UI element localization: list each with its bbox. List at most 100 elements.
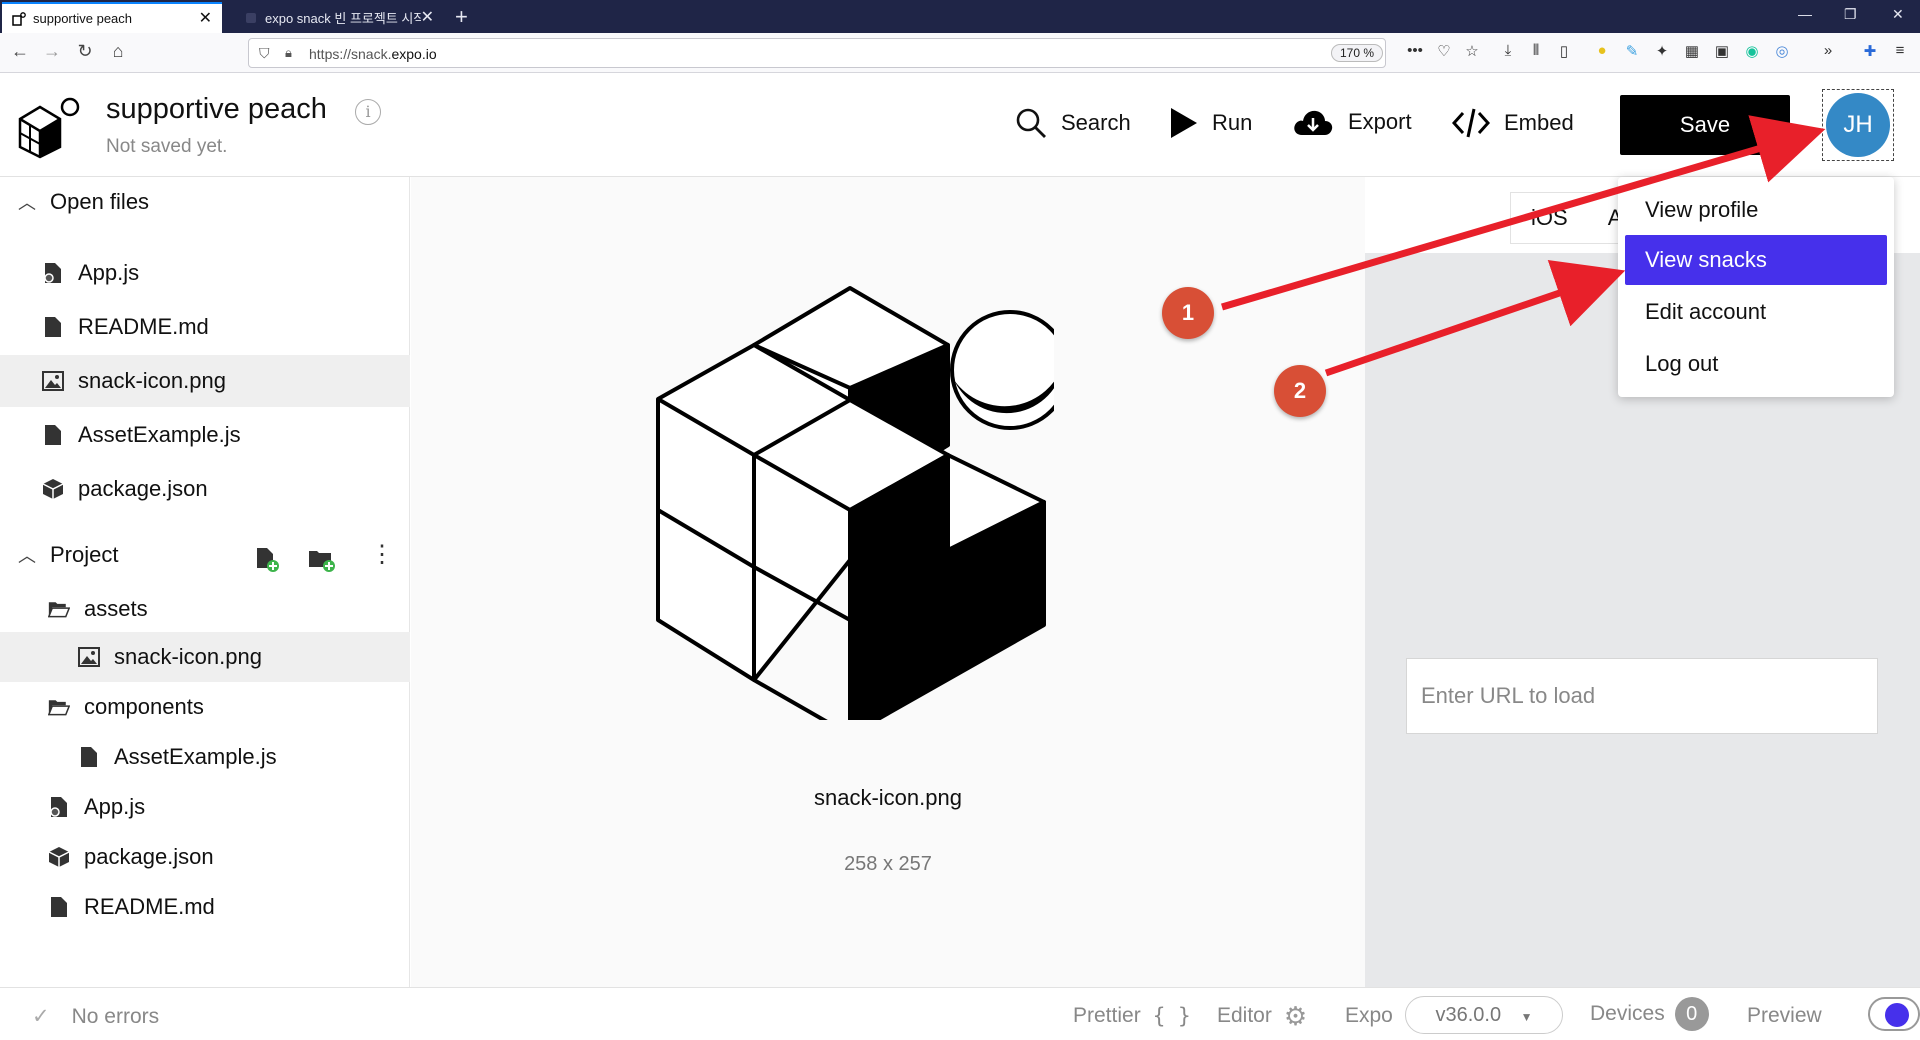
sdk-version-select[interactable]: v36.0.0 ▼ — [1405, 996, 1563, 1034]
tree-file[interactable]: App.js — [0, 782, 410, 832]
extension-pen-icon[interactable]: ✎ — [1622, 42, 1642, 62]
new-folder-icon[interactable] — [308, 547, 336, 578]
project-header[interactable]: ︿ Project — [18, 542, 118, 568]
embed-button[interactable]: Embed — [1452, 107, 1574, 139]
file-name: App.js — [84, 794, 146, 819]
play-icon — [1171, 108, 1197, 138]
run-button[interactable]: Run — [1170, 107, 1252, 139]
package-icon — [48, 846, 70, 868]
more-icon[interactable]: ••• — [1405, 42, 1425, 62]
avatar[interactable]: JH — [1826, 93, 1890, 157]
new-tab-icon[interactable]: + — [455, 4, 468, 30]
search-icon — [1016, 108, 1046, 138]
editor-settings[interactable]: Editor ⚙ — [1217, 1003, 1307, 1029]
browser-nav-bar: ← → ↻ ⌂ ⛉ 🔒︎ https://snack.expo.io 170 %… — [0, 33, 1920, 73]
browser-tab-inactive[interactable]: expo snack 빈 프로젝트 시작하 ✕ — [234, 2, 444, 33]
zoom-level-badge[interactable]: 170 % — [1331, 44, 1384, 62]
info-icon[interactable]: i — [355, 99, 381, 125]
menu-item-view-snacks[interactable]: View snacks — [1625, 235, 1887, 285]
bookmark-star-icon[interactable]: ☆ — [1462, 42, 1482, 62]
open-file-item[interactable]: App.js — [0, 247, 410, 299]
sidebar-icon[interactable]: ▯ — [1554, 42, 1574, 62]
open-files-header[interactable]: ︿ Open files — [18, 189, 149, 215]
extension-grammarly-icon[interactable]: ◉ — [1742, 42, 1762, 62]
tab-close-icon[interactable]: ✕ — [421, 9, 434, 26]
open-file-item[interactable]: package.json — [0, 463, 410, 515]
chevron-up-icon: ︿ — [18, 193, 36, 213]
status-footer: ✓ No errors Prettier { } Editor ⚙ Expo v… — [0, 987, 1920, 1040]
editor-label: Editor — [1217, 1004, 1272, 1027]
extension-translate-icon[interactable]: ◎ — [1772, 42, 1792, 62]
menu-item-log-out[interactable]: Log out — [1625, 339, 1887, 389]
folder-open-icon — [48, 598, 70, 620]
run-label: Run — [1212, 110, 1253, 135]
browser-tab-active[interactable]: supportive peach ✕ — [2, 2, 222, 33]
overflow-chevron-icon[interactable]: » — [1818, 42, 1838, 62]
export-button[interactable]: Export — [1292, 107, 1412, 137]
reload-icon[interactable]: ↻ — [73, 41, 97, 62]
file-name: snack-icon.png — [78, 368, 226, 393]
file-name: AssetExample.js — [78, 422, 241, 447]
open-file-item-selected[interactable]: snack-icon.png — [0, 355, 410, 407]
extension-box-icon[interactable]: ▣ — [1712, 42, 1732, 62]
file-name: package.json — [84, 844, 214, 869]
image-icon — [42, 370, 64, 392]
file-name: README.md — [84, 894, 215, 919]
expo-label: Expo — [1345, 1004, 1393, 1027]
tree-folder[interactable]: assets — [0, 583, 410, 635]
open-file-item[interactable]: README.md — [0, 301, 410, 353]
error-status[interactable]: ✓ No errors — [32, 1004, 159, 1029]
folder-name: assets — [84, 596, 148, 621]
extension-grid-icon[interactable]: ▦ — [1682, 42, 1702, 62]
tab-ios[interactable]: iOS — [1511, 193, 1588, 243]
tree-file[interactable]: AssetExample.js — [0, 732, 410, 782]
url-bar[interactable]: ⛉ 🔒︎ https://snack.expo.io 170 % — [248, 38, 1386, 68]
image-viewer: snack-icon.png 258 x 257 — [411, 177, 1365, 987]
extensions-puzzle-icon[interactable]: ✚ — [1860, 42, 1880, 62]
library-icon[interactable]: ⫴ — [1526, 42, 1546, 62]
home-icon[interactable]: ⌂ — [106, 41, 130, 62]
app-header: supportive peach i Not saved yet. Search… — [0, 73, 1920, 177]
menu-item-view-profile[interactable]: View profile — [1625, 185, 1887, 235]
lock-icon[interactable]: 🔒︎ — [285, 45, 292, 61]
save-button[interactable]: Save — [1620, 95, 1790, 155]
tree-file-selected[interactable]: snack-icon.png — [0, 632, 410, 682]
open-files-label: Open files — [50, 189, 150, 214]
tree-file[interactable]: README.md — [0, 882, 410, 932]
shield-icon[interactable]: ⛉ — [259, 45, 270, 62]
download-icon[interactable]: ⤓ — [1498, 42, 1518, 62]
avatar-focus-ring[interactable]: JH — [1822, 89, 1894, 161]
url-load-input[interactable] — [1406, 658, 1878, 734]
forward-icon[interactable]: → — [40, 41, 64, 62]
project-title[interactable]: supportive peach — [106, 93, 327, 126]
menu-hamburger-icon[interactable]: ≡ — [1890, 42, 1910, 62]
folder-name: components — [84, 694, 204, 719]
sdk-version-value: v36.0.0 — [1435, 1004, 1502, 1026]
snack-logo-icon[interactable] — [16, 95, 82, 166]
preview-toggle[interactable] — [1868, 997, 1920, 1031]
open-file-item[interactable]: AssetExample.js — [0, 409, 410, 461]
snack-favicon-icon — [12, 11, 26, 26]
minimize-icon[interactable]: — — [1798, 6, 1812, 22]
extension-evernote-icon[interactable]: ✦ — [1652, 42, 1672, 62]
file-name: snack-icon.png — [114, 644, 262, 669]
window-close-icon[interactable]: ✕ — [1892, 6, 1904, 23]
pocket-icon[interactable]: ♡ — [1434, 42, 1454, 62]
braces-icon: { } — [1152, 1004, 1191, 1028]
prettier-toggle[interactable]: Prettier { } — [1073, 1004, 1191, 1028]
search-button[interactable]: Search — [1015, 107, 1131, 139]
devices-button[interactable]: Devices 0 — [1590, 997, 1709, 1031]
extension-smiley-icon[interactable]: ● — [1592, 42, 1612, 62]
js-file-icon — [42, 262, 64, 284]
new-file-icon[interactable] — [256, 547, 280, 578]
restore-icon[interactable]: ❐ — [1844, 6, 1857, 23]
file-name: README.md — [78, 314, 209, 339]
menu-item-edit-account[interactable]: Edit account — [1625, 287, 1887, 337]
tab-close-icon[interactable]: ✕ — [199, 10, 212, 27]
tab-title: expo snack 빈 프로젝트 시작하 — [265, 11, 421, 26]
kebab-menu-icon[interactable]: ⋮ — [370, 543, 394, 567]
toggle-knob — [1885, 1003, 1909, 1027]
tree-file[interactable]: package.json — [0, 832, 410, 882]
tree-folder[interactable]: components — [0, 682, 410, 732]
back-icon[interactable]: ← — [8, 41, 32, 62]
